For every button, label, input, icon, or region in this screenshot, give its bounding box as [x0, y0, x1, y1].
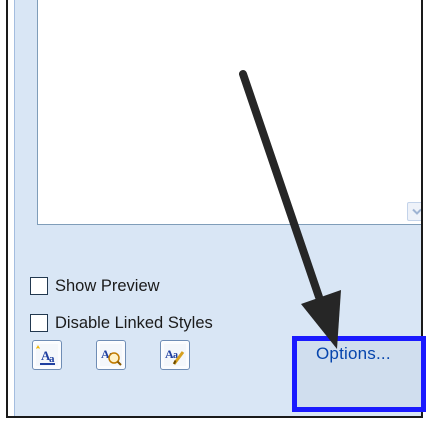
pointer-arrow	[239, 70, 341, 349]
